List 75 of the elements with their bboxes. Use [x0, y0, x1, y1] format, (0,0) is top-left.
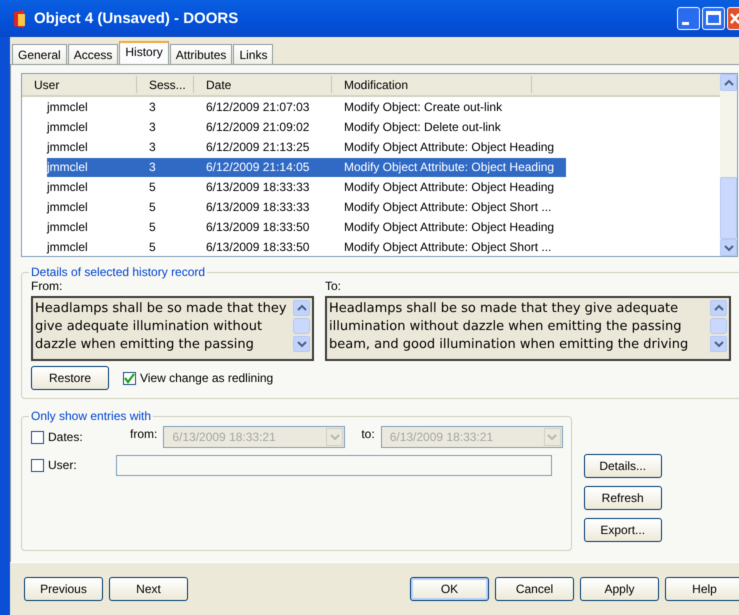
table-cell-text: jmmclel — [47, 240, 89, 254]
tab[interactable]: General — [12, 44, 67, 66]
date-value: 6/13/2009 18:33:21 — [172, 430, 276, 444]
tab[interactable]: Links — [233, 44, 274, 66]
dialog-button[interactable]: Details... — [584, 454, 662, 478]
table-cell-text: 6/12/2009 21:14:05 — [206, 160, 310, 174]
from-label: From: — [31, 279, 64, 295]
table-cell-text: jmmclel — [47, 200, 89, 214]
table-row[interactable]: jmmclel 3 6/12/2009 21:09:02 Modify Object: Delete out-link — [47, 118, 566, 136]
table-row[interactable]: jmmclel 5 6/13/2009 18:33:50 Modify Object Attribute: Object Short ... — [47, 238, 566, 256]
table-cell-text: 6/13/2009 18:33:50 — [206, 240, 310, 254]
table-cell-text: 3 — [149, 120, 157, 134]
table-cell-text: 6/12/2009 21:13:25 — [206, 140, 310, 154]
table-cell-text: jmmclel — [47, 180, 89, 194]
table-cell-text: 3 — [149, 140, 157, 154]
table-cell-text: Modify Object Attribute: Object Short ... — [344, 240, 552, 254]
tab[interactable]: Attributes — [170, 44, 232, 66]
dialog-button[interactable]: Apply — [580, 577, 659, 601]
table-cell-text: 6/12/2009 21:07:03 — [206, 100, 310, 114]
table-row[interactable]: jmmclel 3 6/12/2009 21:14:05 Modify Object Attribute: Object Heading — [47, 158, 566, 176]
table-cell-text: 5 — [149, 180, 157, 194]
table-row[interactable]: jmmclel 3 6/12/2009 21:13:25 Modify Object Attribute: Object Heading — [47, 138, 566, 156]
to-label: to: — [361, 427, 375, 441]
table-cell-text: jmmclel — [47, 140, 89, 154]
dialog-button[interactable]: Export... — [584, 518, 662, 542]
group-title: Only show entries with — [30, 409, 152, 423]
to-text-box[interactable]: Headlamps shall be so made that they give adequate illumination without dazzle when emitting the passing beam, and good illumination when emitting the driving — [325, 296, 731, 361]
from-label: from: — [130, 427, 158, 441]
date-value: 6/13/2009 18:33:21 — [390, 430, 494, 444]
table-row[interactable]: jmmclel 3 6/12/2009 21:07:03 Modify Object: Create out-link — [47, 98, 566, 116]
table-cell-text: Modify Object Attribute: Object Heading — [344, 140, 556, 154]
to-text: Headlamps shall be so made that they give adequate illumination without dazzle when emitting the passing beam, and good illumination when emitting the driving — [329, 300, 690, 354]
dialog-button[interactable]: Refresh — [584, 486, 662, 510]
table-cell-text: 6/13/2009 18:33:33 — [206, 200, 310, 214]
dialog-button[interactable]: Previous — [24, 577, 103, 601]
checkbox-label: User: — [48, 458, 78, 472]
table-cell-text: 3 — [149, 100, 157, 114]
from-text: Headlamps shall be so made that they give adequate illumination without dazzle when emitting the passing — [35, 300, 288, 354]
table-cell-text: 5 — [149, 200, 157, 214]
restore-button[interactable]: Restore — [31, 366, 109, 390]
table-cell-text: 5 — [149, 220, 157, 234]
checkbox-label: Dates: — [48, 430, 84, 444]
table-row[interactable]: jmmclel 5 6/13/2009 18:33:33 Modify Object Attribute: Object Heading — [47, 178, 566, 196]
table-cell-text: Modify Object Attribute: Object Short ... — [344, 200, 552, 214]
table-cell-text: Modify Object Attribute: Object Heading — [344, 220, 556, 234]
table-cell-text: 3 — [149, 160, 157, 174]
column-header[interactable]: Modification — [332, 76, 532, 93]
tab[interactable]: Access — [68, 44, 118, 66]
dialog-button[interactable]: Help — [665, 577, 739, 601]
column-header[interactable]: Date — [194, 76, 332, 93]
dialog-button[interactable]: Cancel — [495, 577, 574, 601]
table-cell-text: 6/13/2009 18:33:50 — [206, 220, 310, 234]
dialog-button[interactable]: Next — [109, 577, 188, 601]
checkbox-label: View change as redlining — [140, 371, 274, 385]
table-row[interactable]: jmmclel 5 6/13/2009 18:33:33 Modify Object Attribute: Object Short ... — [47, 198, 566, 216]
column-header[interactable]: User — [22, 76, 137, 93]
table-cell-text: 6/13/2009 18:33:33 — [206, 180, 310, 194]
table-cell-text: Modify Object Attribute: Object Heading — [344, 160, 556, 174]
table-row[interactable]: jmmclel 5 6/13/2009 18:33:50 Modify Object Attribute: Object Heading — [47, 218, 566, 236]
dialog-button[interactable]: OK — [410, 577, 489, 601]
table-cell-text: jmmclel — [47, 220, 89, 234]
table-cell-text: jmmclel — [47, 100, 89, 114]
table-cell-text: Modify Object Attribute: Object Heading — [344, 180, 556, 194]
table-cell-text: Modify Object: Create out-link — [344, 100, 504, 114]
from-text-box[interactable]: Headlamps shall be so made that they give adequate illumination without dazzle when emitting the passing — [31, 296, 314, 361]
table-cell-text: Modify Object: Delete out-link — [344, 120, 502, 134]
to-label: To: — [325, 279, 342, 295]
window-title: Object 4 (Unsaved) - DOORS — [34, 10, 238, 27]
column-header[interactable]: Sess... — [137, 76, 194, 93]
tab[interactable]: History — [119, 41, 169, 66]
table-cell-text: 6/12/2009 21:09:02 — [206, 120, 310, 134]
table-cell-text: 5 — [149, 240, 157, 254]
table-cell-text: jmmclel — [47, 120, 89, 134]
table-cell-text: jmmclel — [47, 160, 89, 174]
group-title: Details of selected history record — [30, 265, 206, 279]
